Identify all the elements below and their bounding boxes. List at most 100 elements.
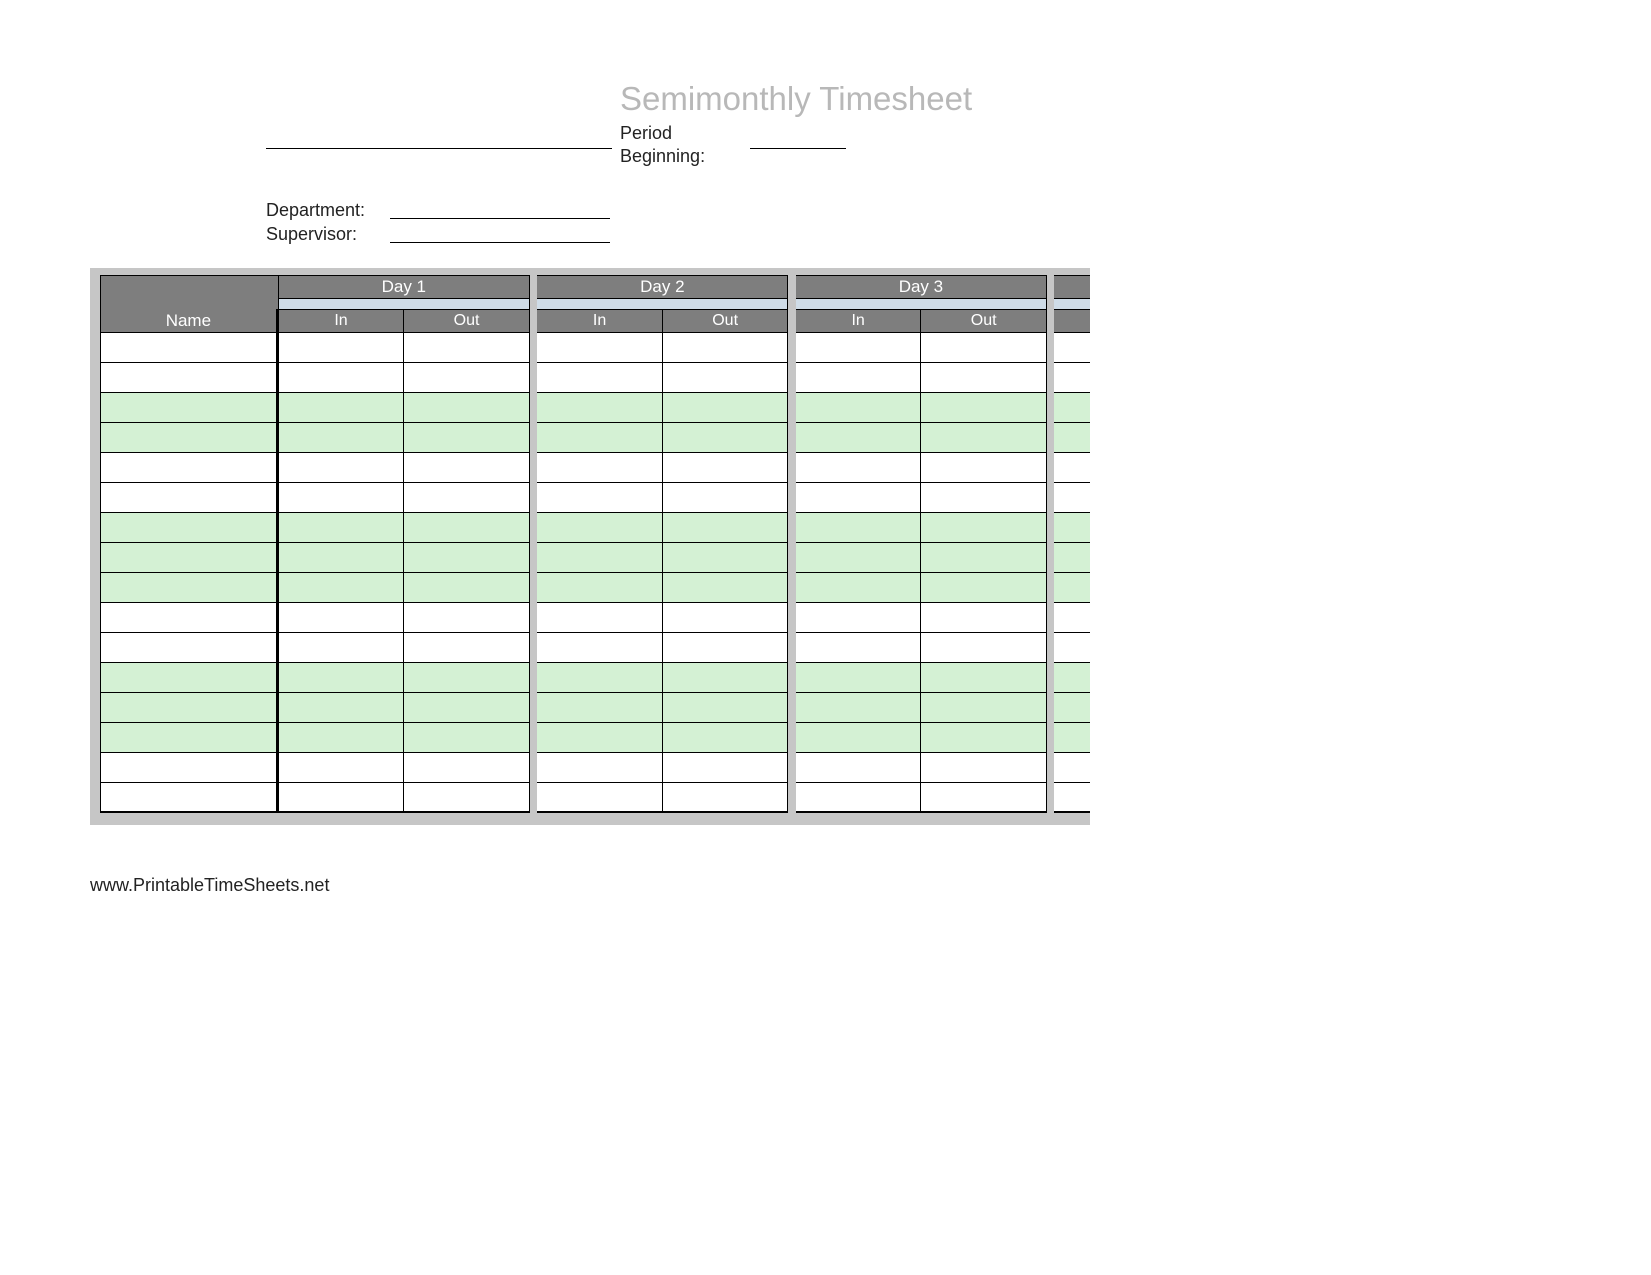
in-cell[interactable] (537, 363, 663, 393)
out-cell[interactable] (404, 483, 530, 513)
table-row[interactable] (100, 393, 1090, 423)
in-cell[interactable] (1054, 363, 1090, 393)
table-row[interactable] (100, 483, 1090, 513)
name-cell[interactable] (100, 423, 279, 453)
table-row[interactable] (100, 723, 1090, 753)
supervisor-line[interactable] (390, 242, 610, 243)
out-cell[interactable] (921, 513, 1047, 543)
out-cell[interactable] (663, 603, 789, 633)
in-cell[interactable] (537, 603, 663, 633)
out-cell[interactable] (663, 543, 789, 573)
out-cell[interactable] (663, 633, 789, 663)
out-cell[interactable] (921, 333, 1047, 363)
in-cell[interactable] (279, 633, 405, 663)
name-cell[interactable] (100, 753, 279, 783)
in-cell[interactable] (796, 603, 922, 633)
out-cell[interactable] (663, 783, 789, 813)
in-cell[interactable] (796, 663, 922, 693)
table-row[interactable] (100, 633, 1090, 663)
out-cell[interactable] (663, 333, 789, 363)
in-cell[interactable] (1054, 633, 1090, 663)
name-cell[interactable] (100, 483, 279, 513)
name-cell[interactable] (100, 723, 279, 753)
in-cell[interactable] (1054, 573, 1090, 603)
in-cell[interactable] (537, 573, 663, 603)
table-row[interactable] (100, 573, 1090, 603)
out-cell[interactable] (921, 543, 1047, 573)
name-cell[interactable] (100, 363, 279, 393)
out-cell[interactable] (663, 363, 789, 393)
in-cell[interactable] (796, 783, 922, 813)
in-cell[interactable] (537, 723, 663, 753)
in-cell[interactable] (1054, 783, 1090, 813)
in-cell[interactable] (537, 633, 663, 663)
name-cell[interactable] (100, 573, 279, 603)
out-cell[interactable] (404, 423, 530, 453)
in-cell[interactable] (1054, 693, 1090, 723)
out-cell[interactable] (921, 453, 1047, 483)
in-cell[interactable] (1054, 393, 1090, 423)
in-cell[interactable] (279, 483, 405, 513)
in-cell[interactable] (279, 513, 405, 543)
name-cell[interactable] (100, 693, 279, 723)
in-cell[interactable] (796, 483, 922, 513)
out-cell[interactable] (404, 573, 530, 603)
out-cell[interactable] (404, 783, 530, 813)
out-cell[interactable] (921, 573, 1047, 603)
in-cell[interactable] (279, 333, 405, 363)
in-cell[interactable] (1054, 543, 1090, 573)
name-cell[interactable] (100, 783, 279, 813)
table-row[interactable] (100, 453, 1090, 483)
in-cell[interactable] (537, 663, 663, 693)
out-cell[interactable] (404, 393, 530, 423)
in-cell[interactable] (537, 483, 663, 513)
name-cell[interactable] (100, 333, 279, 363)
out-cell[interactable] (921, 753, 1047, 783)
out-cell[interactable] (663, 483, 789, 513)
out-cell[interactable] (663, 723, 789, 753)
in-cell[interactable] (796, 333, 922, 363)
in-cell[interactable] (1054, 663, 1090, 693)
in-cell[interactable] (537, 453, 663, 483)
out-cell[interactable] (404, 513, 530, 543)
table-row[interactable] (100, 363, 1090, 393)
out-cell[interactable] (404, 543, 530, 573)
in-cell[interactable] (796, 423, 922, 453)
out-cell[interactable] (663, 393, 789, 423)
table-row[interactable] (100, 543, 1090, 573)
in-cell[interactable] (537, 393, 663, 423)
in-cell[interactable] (279, 753, 405, 783)
in-cell[interactable] (279, 453, 405, 483)
in-cell[interactable] (537, 423, 663, 453)
in-cell[interactable] (796, 513, 922, 543)
out-cell[interactable] (404, 753, 530, 783)
in-cell[interactable] (1054, 423, 1090, 453)
in-cell[interactable] (796, 723, 922, 753)
out-cell[interactable] (404, 453, 530, 483)
in-cell[interactable] (279, 723, 405, 753)
in-cell[interactable] (279, 573, 405, 603)
out-cell[interactable] (404, 363, 530, 393)
out-cell[interactable] (404, 333, 530, 363)
name-cell[interactable] (100, 453, 279, 483)
in-cell[interactable] (1054, 333, 1090, 363)
in-cell[interactable] (1054, 513, 1090, 543)
in-cell[interactable] (537, 513, 663, 543)
period-beginning-line[interactable] (750, 148, 846, 149)
in-cell[interactable] (1054, 723, 1090, 753)
company-name-line[interactable] (266, 148, 612, 149)
in-cell[interactable] (537, 783, 663, 813)
out-cell[interactable] (921, 663, 1047, 693)
in-cell[interactable] (279, 693, 405, 723)
in-cell[interactable] (796, 543, 922, 573)
out-cell[interactable] (404, 723, 530, 753)
table-row[interactable] (100, 663, 1090, 693)
out-cell[interactable] (663, 753, 789, 783)
out-cell[interactable] (663, 693, 789, 723)
in-cell[interactable] (1054, 453, 1090, 483)
table-row[interactable] (100, 513, 1090, 543)
out-cell[interactable] (404, 663, 530, 693)
in-cell[interactable] (537, 543, 663, 573)
in-cell[interactable] (796, 633, 922, 663)
in-cell[interactable] (279, 663, 405, 693)
